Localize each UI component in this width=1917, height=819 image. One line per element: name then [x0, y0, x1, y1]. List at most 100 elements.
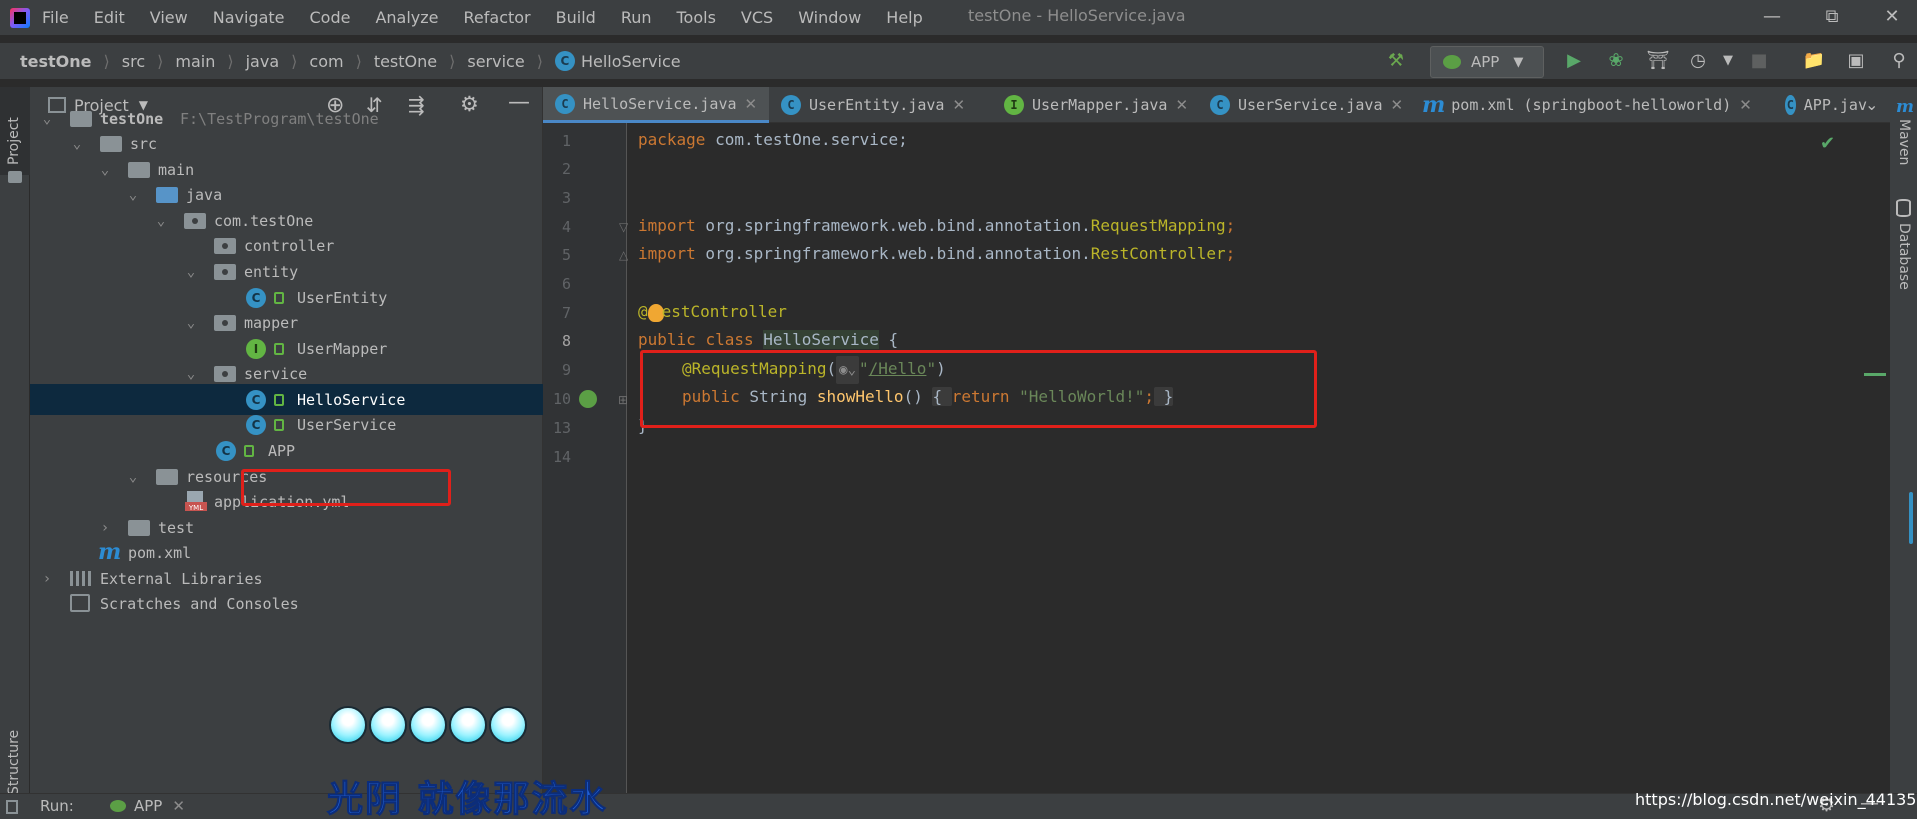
menu-run[interactable]: Run — [621, 8, 652, 27]
menu-vcs[interactable]: VCS — [741, 8, 773, 27]
stop-icon[interactable]: ■ — [1745, 48, 1773, 74]
crumb-helloservice[interactable]: HelloService — [581, 52, 681, 71]
crumb-java[interactable]: java — [246, 52, 280, 71]
chevron-right-icon[interactable]: › — [98, 521, 112, 535]
code-line: @ estController — [638, 298, 787, 326]
tab-pom[interactable]: m pom.xml (springboot-helloworld) ✕ — [1412, 87, 1767, 123]
menu-window[interactable]: Window — [798, 8, 861, 27]
tree-label: UserService — [297, 415, 397, 434]
crumb-separator-icon: ⟩ — [103, 51, 110, 71]
code-class-name: RequestMapping — [1090, 216, 1226, 235]
library-icon — [70, 571, 92, 586]
chevron-down-icon[interactable]: ⌄ — [40, 112, 54, 126]
menu-file[interactable]: File — [42, 8, 69, 27]
close-tab-icon[interactable]: ✕ — [1175, 96, 1188, 114]
folder-icon — [128, 161, 150, 178]
menu-refactor[interactable]: Refactor — [464, 8, 531, 27]
chevron-down-icon[interactable]: ⌄ — [126, 188, 140, 202]
close-tab-icon[interactable]: ✕ — [952, 96, 965, 114]
line-number: 8 — [561, 332, 571, 350]
crumb-project[interactable]: testOne — [20, 52, 92, 71]
tab-app[interactable]: C APP.jav — [1767, 87, 1867, 123]
folder-icon — [8, 171, 22, 183]
search-icon[interactable]: ⚲ — [1885, 48, 1913, 74]
menu-navigate[interactable]: Navigate — [213, 8, 285, 27]
chevron-right-icon[interactable]: › — [40, 572, 54, 586]
line-number: 7 — [561, 304, 571, 322]
tree-item-scratches[interactable]: Scratches and Consoles — [30, 588, 543, 619]
annotation: @ — [638, 302, 648, 321]
tree-label: main — [158, 160, 195, 179]
chevron-down-icon[interactable]: ⌄ — [154, 214, 168, 228]
line-number: 9 — [561, 361, 571, 379]
structure-tool-label[interactable]: Structure — [6, 730, 22, 795]
restore-icon[interactable]: ⧉ — [1812, 4, 1852, 30]
code-line: import org.springframework.web.bind.anno… — [638, 212, 1235, 240]
class-icon: C — [1785, 95, 1796, 115]
run-tab-label: APP — [134, 797, 163, 815]
code-editor[interactable]: package com.testOne.service; import org.… — [628, 123, 1890, 793]
chevron-down-icon[interactable]: ▼ — [1714, 48, 1742, 74]
tree-label: Scratches and Consoles — [100, 594, 299, 613]
tree-label: APP — [268, 441, 296, 460]
build-hammer-icon[interactable]: ⚒ — [1382, 48, 1410, 74]
chevron-down-icon[interactable]: ⌄ — [98, 163, 112, 177]
fold-icon[interactable]: ⊞ — [618, 393, 628, 407]
scrollbar-thumb[interactable] — [1909, 492, 1913, 544]
run-configuration-select[interactable]: APP ▼ — [1430, 46, 1544, 78]
menu-help[interactable]: Help — [886, 8, 922, 27]
menu-tools[interactable]: Tools — [677, 8, 716, 27]
bubble-decoration — [489, 706, 527, 744]
menu-edit[interactable]: Edit — [94, 8, 125, 27]
chevron-down-icon[interactable]: ⌄ — [126, 470, 140, 484]
debug-icon[interactable]: ❀ — [1602, 48, 1630, 74]
crumb-testone[interactable]: testOne — [374, 52, 437, 71]
terminal-icon[interactable]: ▣ — [1842, 48, 1870, 74]
class-icon: C — [554, 51, 575, 71]
maven-tool-label[interactable]: Maven — [1896, 119, 1912, 165]
profile-icon[interactable]: ◷ — [1684, 48, 1712, 74]
crumb-separator-icon: ⟩ — [227, 51, 234, 71]
chevron-down-icon[interactable]: ⌄ — [70, 137, 84, 151]
crumb-com[interactable]: com — [309, 52, 343, 71]
spring-boot-icon — [1443, 55, 1461, 69]
chevron-down-icon[interactable]: ⌄ — [184, 265, 198, 279]
fold-icon[interactable]: △ — [619, 248, 628, 262]
menu-build[interactable]: Build — [556, 8, 596, 27]
menu-analyze[interactable]: Analyze — [375, 8, 438, 27]
fold-icon[interactable]: ▽ — [619, 220, 628, 234]
run-icon[interactable]: ▶ — [1560, 48, 1588, 74]
interface-icon: I — [1004, 95, 1024, 115]
tree-label: pom.xml — [128, 543, 192, 562]
line-number: 13 — [552, 419, 571, 437]
crumb-service[interactable]: service — [467, 52, 524, 71]
close-tab-icon[interactable]: ✕ — [172, 797, 185, 815]
project-tool-label[interactable]: Project — [6, 117, 22, 165]
tab-userservice[interactable]: C UserService.java ✕ — [1198, 87, 1412, 123]
menu-code[interactable]: Code — [310, 8, 351, 27]
tab-helloservice[interactable]: C HelloService.java ✕ — [543, 87, 769, 123]
crumb-separator-icon: ⟩ — [536, 51, 543, 71]
project-structure-icon[interactable]: 📁 — [1800, 48, 1828, 74]
chevron-down-icon[interactable]: ⌄ — [184, 367, 198, 381]
spring-endpoint-gutter-icon[interactable] — [579, 390, 597, 408]
crumb-src[interactable]: src — [122, 52, 145, 71]
minimize-icon[interactable]: — — [1752, 4, 1792, 30]
database-tool-label[interactable]: Database — [1896, 223, 1912, 290]
close-tab-icon[interactable]: ✕ — [1391, 96, 1404, 114]
close-tab-icon[interactable]: ✕ — [745, 95, 758, 113]
chevron-down-icon[interactable]: ⌄ — [184, 316, 198, 330]
tab-userentity[interactable]: C UserEntity.java ✕ — [769, 87, 992, 123]
coverage-icon[interactable]: ⛩ — [1644, 48, 1672, 74]
close-window-icon[interactable]: ✕ — [1872, 4, 1912, 30]
chevron-down-icon[interactable]: ⌄ — [1865, 95, 1878, 114]
crumb-main[interactable]: main — [175, 52, 215, 71]
run-tab-app[interactable]: APP ✕ — [110, 797, 185, 815]
scratches-icon — [70, 594, 90, 612]
package-icon — [214, 365, 236, 382]
class-icon: C — [246, 389, 266, 410]
project-panel: Project ▼ ⊕ ⇵ ⇶ ⚙ — ⌄ testOne F:\TestPro… — [30, 87, 543, 793]
close-tab-icon[interactable]: ✕ — [1739, 96, 1752, 114]
tab-usermapper[interactable]: I UserMapper.java ✕ — [992, 87, 1198, 123]
menu-view[interactable]: View — [150, 8, 188, 27]
